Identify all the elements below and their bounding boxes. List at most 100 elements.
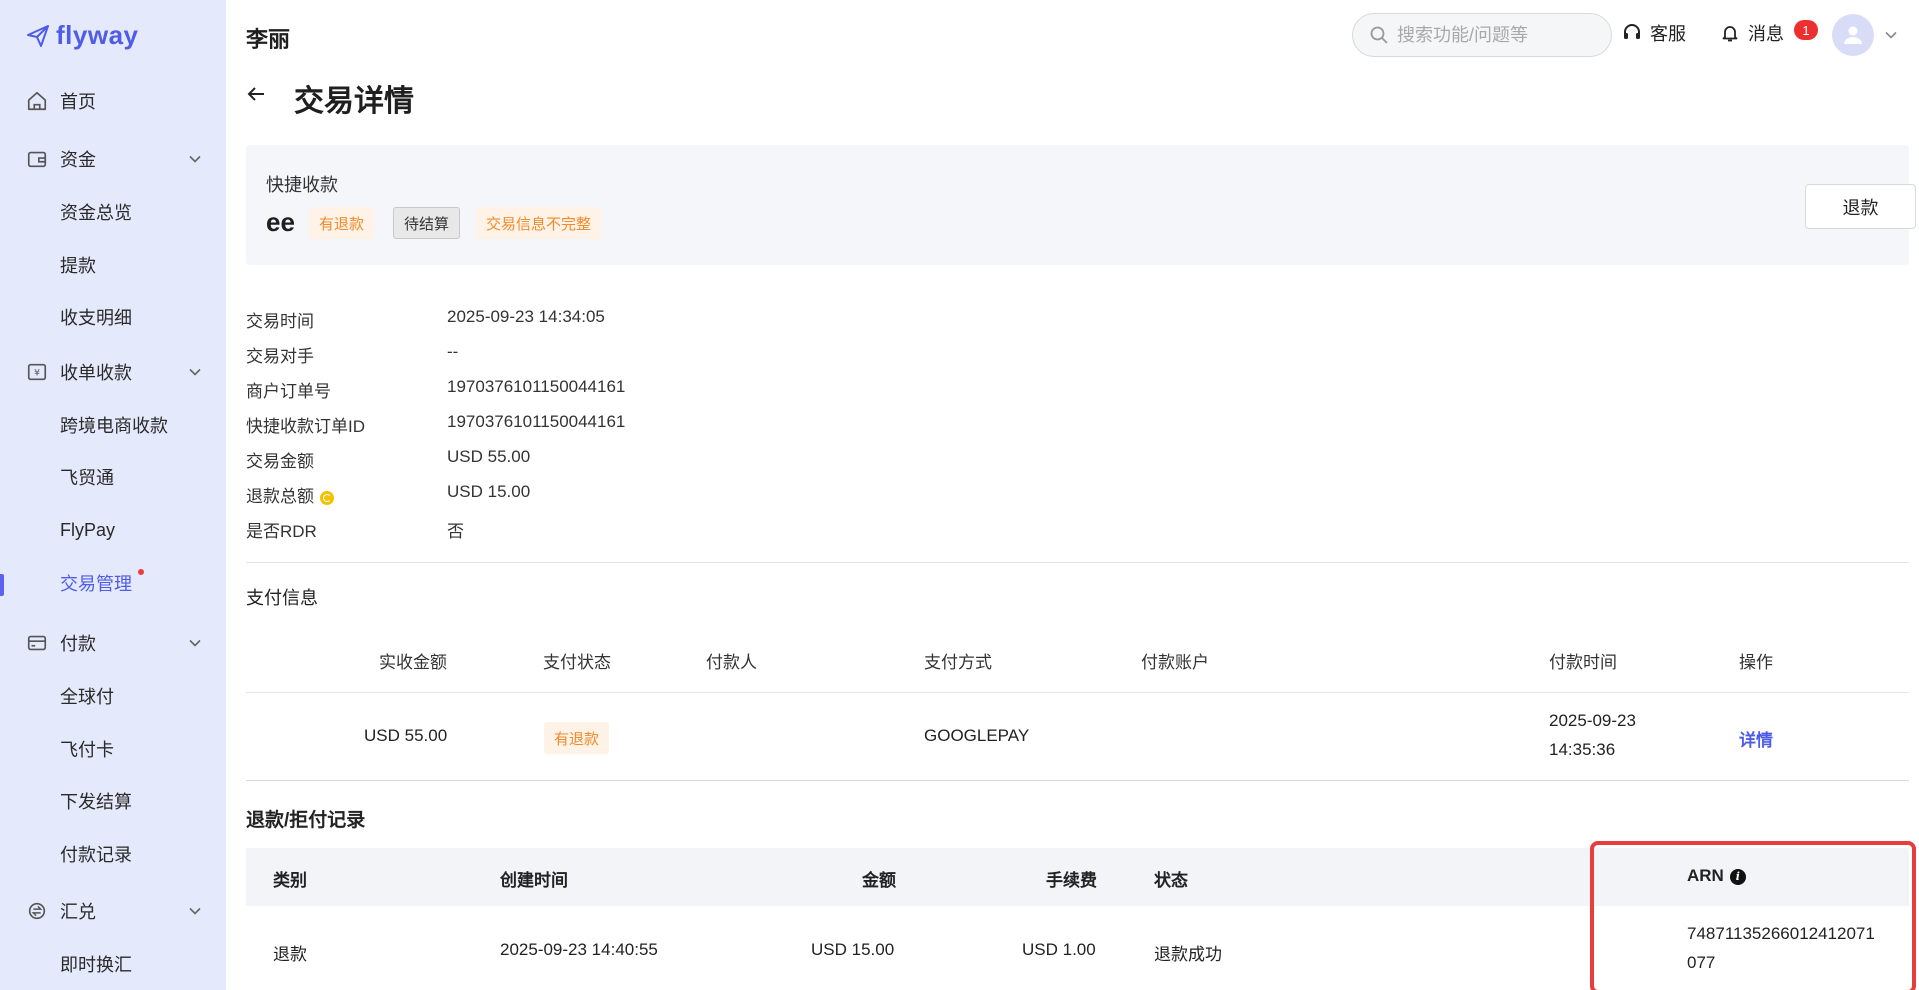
user-name: 李丽 bbox=[246, 27, 291, 52]
refund-category: 退款 bbox=[273, 945, 307, 964]
sidebar-item-label: 收单收款 bbox=[60, 363, 132, 383]
column-header: 付款账户 bbox=[1141, 653, 1209, 672]
sidebar-item-label: 汇兑 bbox=[60, 902, 96, 922]
column-header: 付款人 bbox=[706, 653, 757, 672]
info-key: 交易金额 bbox=[246, 452, 314, 471]
avatar[interactable] bbox=[1832, 14, 1874, 56]
home-icon bbox=[27, 91, 47, 111]
search-icon bbox=[1370, 26, 1388, 44]
payment-time-clock: 14:35:36 bbox=[1549, 740, 1616, 759]
sidebar-item-label: 即时换汇 bbox=[60, 955, 132, 975]
sidebar-item-label: 付款 bbox=[60, 634, 96, 654]
refund-created-time: 2025-09-23 14:40:55 bbox=[500, 940, 658, 959]
customer-service-button[interactable]: 客服 bbox=[1622, 20, 1686, 46]
sidebar-item-exchange[interactable]: 汇兑 bbox=[0, 891, 226, 931]
sidebar-item-cross-border[interactable]: 跨境电商收款 bbox=[0, 405, 226, 445]
sidebar-item-payment-records[interactable]: 付款记录 bbox=[0, 834, 226, 874]
info-icon[interactable]: i bbox=[1729, 868, 1746, 885]
logo-text: flyway bbox=[56, 20, 139, 50]
transaction-type: 快捷收款 bbox=[266, 175, 338, 195]
arn-column-header: ARN i bbox=[1687, 866, 1746, 886]
sidebar-item-income-expense[interactable]: 收支明细 bbox=[0, 297, 226, 337]
payment-amount: USD 55.00 bbox=[364, 726, 448, 745]
yen-icon: ¥ bbox=[27, 363, 47, 381]
sidebar-item-home[interactable]: 首页 bbox=[0, 81, 226, 121]
messages-badge: 1 bbox=[1794, 20, 1818, 40]
column-header: 支付状态 bbox=[543, 653, 611, 672]
sidebar-item-acquiring[interactable]: ¥ 收单收款 bbox=[0, 352, 226, 392]
sidebar-item-label: 付款记录 bbox=[60, 845, 132, 865]
column-header: 状态 bbox=[1154, 871, 1188, 890]
transaction-summary-card: 快捷收款 ee 有退款 待结算 交易信息不完整 退款 bbox=[246, 145, 1916, 265]
payment-section-title: 支付信息 bbox=[246, 588, 318, 608]
exchange-icon bbox=[28, 902, 46, 920]
sidebar: flyway 首页 资金 资金总览 提款 收支明细 ¥ 收单收款 跨境电商收款 … bbox=[0, 0, 226, 990]
info-key: 交易时间 bbox=[246, 312, 314, 331]
refund-coin-icon[interactable] bbox=[320, 490, 334, 505]
sidebar-item-label: 全球付 bbox=[60, 687, 114, 707]
info-value: 否 bbox=[447, 522, 464, 541]
info-value: 1970376101150044161 bbox=[447, 412, 626, 431]
sidebar-item-funds[interactable]: 资金 bbox=[0, 139, 226, 179]
status-badge: 待结算 bbox=[393, 207, 461, 239]
flyway-logo[interactable]: flyway bbox=[26, 20, 139, 51]
transaction-name: ee bbox=[266, 207, 295, 237]
sidebar-item-fly-card[interactable]: 飞付卡 bbox=[0, 729, 226, 769]
chevron-down-icon bbox=[189, 907, 201, 915]
sidebar-item-global-pay[interactable]: 全球付 bbox=[0, 676, 226, 716]
info-key: 快捷收款订单ID bbox=[246, 417, 365, 436]
info-key: 是否RDR bbox=[246, 522, 317, 541]
sidebar-item-label: 提款 bbox=[60, 256, 96, 276]
payment-method: GOOGLEPAY bbox=[924, 726, 1030, 745]
status-badge: 交易信息不完整 bbox=[476, 207, 602, 239]
column-header: 类别 bbox=[273, 871, 307, 890]
sidebar-item-label: 跨境电商收款 bbox=[60, 416, 168, 436]
sidebar-item-settlement[interactable]: 下发结算 bbox=[0, 781, 226, 821]
card-icon bbox=[27, 635, 47, 651]
column-header: 操作 bbox=[1739, 653, 1773, 672]
column-header: 金额 bbox=[862, 871, 896, 890]
sidebar-item-label: 资金 bbox=[60, 150, 96, 170]
divider bbox=[246, 692, 1909, 693]
column-header: 创建时间 bbox=[500, 871, 568, 890]
headset-icon bbox=[1624, 24, 1640, 39]
sidebar-item-label: 飞贸通 bbox=[60, 468, 114, 488]
bell-icon bbox=[1722, 26, 1738, 42]
sidebar-item-label: 交易管理 bbox=[60, 574, 132, 594]
info-value: -- bbox=[447, 342, 459, 361]
refund-amount: USD 15.00 bbox=[811, 940, 895, 959]
chevron-down-icon bbox=[189, 639, 201, 647]
chevron-down-icon bbox=[189, 368, 201, 376]
sidebar-item-label: 收支明细 bbox=[60, 308, 132, 328]
info-value: USD 15.00 bbox=[447, 482, 531, 501]
payment-detail-link[interactable]: 详情 bbox=[1739, 726, 1773, 751]
sidebar-item-label: 下发结算 bbox=[60, 792, 132, 812]
chevron-down-icon[interactable] bbox=[1884, 28, 1898, 42]
sidebar-item-withdraw[interactable]: 提款 bbox=[0, 245, 226, 285]
sidebar-item-flypay[interactable]: FlyPay bbox=[0, 510, 226, 550]
sidebar-item-feimaotong[interactable]: 飞贸通 bbox=[0, 457, 226, 497]
column-header: 实收金额 bbox=[379, 653, 447, 672]
refund-button[interactable]: 退款 bbox=[1805, 184, 1916, 229]
refund-section-title: 退款/拒付记录 bbox=[246, 810, 366, 831]
page-title: 交易详情 bbox=[294, 85, 414, 118]
messages-button[interactable]: 消息 bbox=[1720, 20, 1784, 46]
user-icon bbox=[1844, 26, 1862, 44]
column-header: 手续费 bbox=[1046, 871, 1097, 890]
search-box[interactable] bbox=[1352, 13, 1612, 57]
chevron-down-icon bbox=[189, 155, 201, 163]
arn-header-text: ARN bbox=[1687, 866, 1724, 885]
back-arrow-icon[interactable] bbox=[244, 82, 268, 106]
sidebar-item-instant-exchange[interactable]: 即时换汇 bbox=[0, 944, 226, 984]
search-input[interactable] bbox=[1397, 24, 1597, 46]
svg-text:¥: ¥ bbox=[34, 368, 40, 379]
paper-plane-icon bbox=[27, 24, 49, 47]
sidebar-item-label: 资金总览 bbox=[60, 203, 132, 223]
sidebar-item-transactions[interactable]: 交易管理 bbox=[0, 563, 226, 603]
divider bbox=[246, 562, 1909, 563]
column-header: 支付方式 bbox=[924, 653, 992, 672]
sidebar-item-payments[interactable]: 付款 bbox=[0, 623, 226, 663]
sidebar-item-label: FlyPay bbox=[60, 519, 116, 540]
sidebar-item-funds-overview[interactable]: 资金总览 bbox=[0, 192, 226, 232]
info-value: 2025-09-23 14:34:05 bbox=[447, 307, 605, 326]
